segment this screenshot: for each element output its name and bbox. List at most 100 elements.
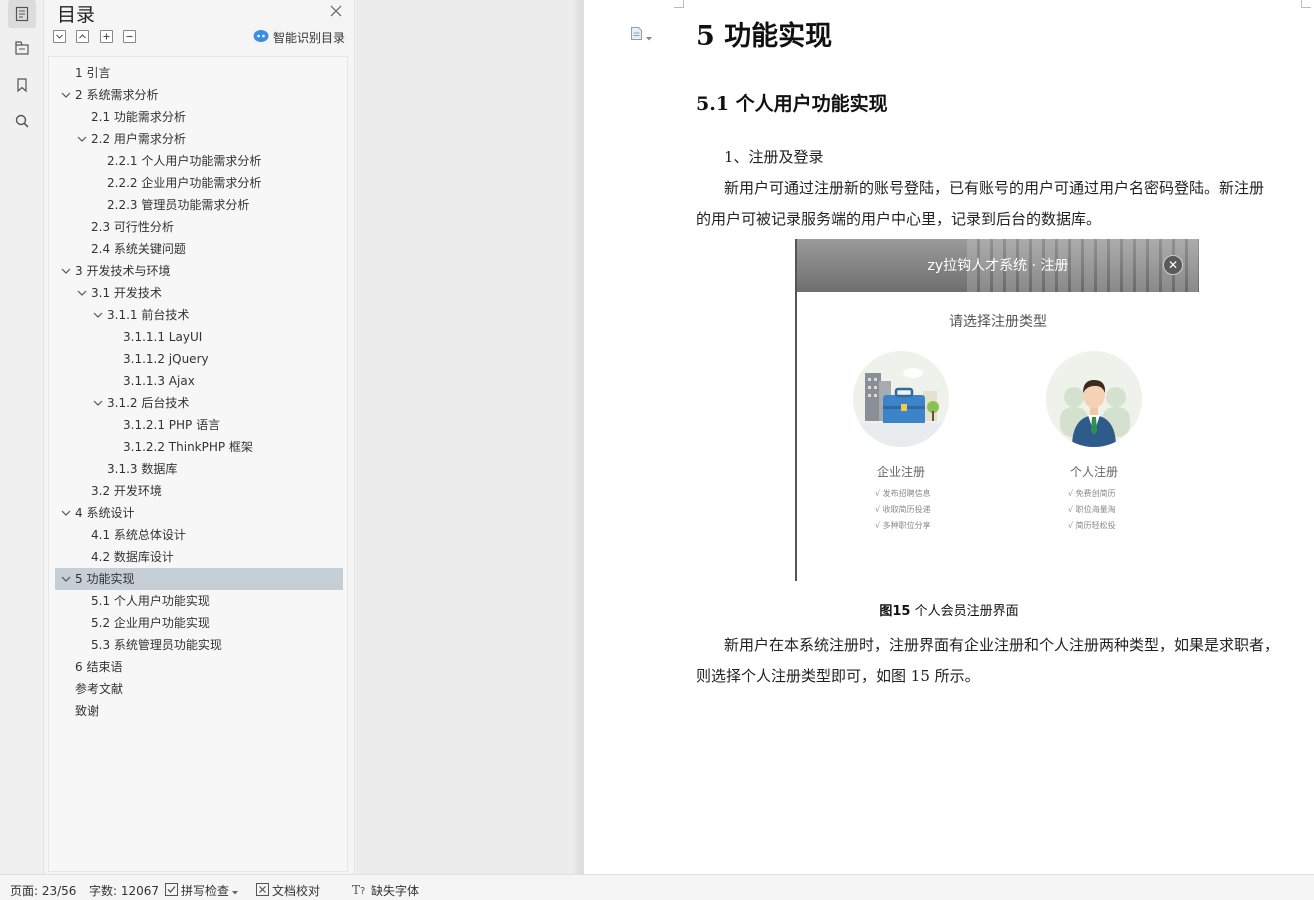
missing-font-icon: T?: [352, 883, 368, 899]
missing-font-label: 缺失字体: [371, 884, 420, 898]
toc-item-label: 2.1 功能需求分析: [91, 110, 186, 124]
doc-proofread-label: 文档校对: [272, 884, 321, 898]
toc-item[interactable]: 致谢: [55, 700, 343, 722]
chevron-down-icon[interactable]: [91, 392, 105, 414]
word-count[interactable]: 字数: 12067: [89, 882, 159, 899]
toc-item-label: 3.1.1.1 LayUI: [123, 330, 203, 344]
doc-proofread-button[interactable]: 文档校对: [256, 882, 320, 899]
paragraph-1-line-2: 的用户可被记录服务端的用户中心里，记录到后台的数据库。: [696, 210, 1102, 228]
toc-item-label: 5 功能实现: [75, 572, 135, 586]
proofread-icon: [256, 882, 269, 899]
figure-caption-number: 图15: [879, 604, 911, 619]
enterprise-feature-list: √ 发布招聘信息 √ 收取简历投递 √ 多种职位分享: [875, 486, 995, 534]
close-icon[interactable]: [329, 3, 343, 17]
toc-item[interactable]: 6 结束语: [55, 656, 343, 678]
toc-item[interactable]: 3.1.1.1 LayUI: [55, 326, 343, 348]
toc-item-label: 3.1.1.3 Ajax: [123, 374, 195, 388]
personal-avatar-icon: [1046, 351, 1142, 447]
toc-item-label: 3.1.1.2 jQuery: [123, 352, 209, 366]
svg-text:?: ?: [360, 886, 365, 896]
toc-item[interactable]: 3 开发技术与环境: [55, 260, 343, 282]
toc-item[interactable]: 3.1.2.2 ThinkPHP 框架: [55, 436, 343, 458]
toc-item[interactable]: 3.1.3 数据库: [55, 458, 343, 480]
expand-all-icon[interactable]: [53, 30, 66, 43]
toc-item[interactable]: 2.3 可行性分析: [55, 216, 343, 238]
paragraph-1-line-1: 新用户可通过注册新的账号登陆，已有账号的用户可通过用户名密码登陆。新注册: [724, 179, 1265, 197]
register-screenshot-figure[interactable]: zy拉钩人才系统 · 注册 ✕ 请选择注册类型 企业注册 √ 发布招聘信息 √ …: [795, 239, 1199, 581]
toc-item[interactable]: 5.2 企业用户功能实现: [55, 612, 343, 634]
smart-toc-label: 智能识别目录: [273, 31, 346, 45]
toc-item-label: 3.1.1 前台技术: [107, 308, 190, 322]
chevron-down-icon[interactable]: [75, 282, 89, 304]
toc-item-label: 4 系统设计: [75, 506, 135, 520]
figure-close-icon: ✕: [1163, 255, 1183, 275]
figure-caption-text: 个人会员注册界面: [914, 604, 1019, 619]
smart-toc-button[interactable]: 智能识别目录: [253, 29, 345, 46]
bookmark-icon[interactable]: [8, 71, 36, 99]
paragraph-2-line-1: 新用户在本系统注册时，注册界面有企业注册和个人注册两种类型，如果是求职者，: [724, 636, 1280, 654]
toc-item[interactable]: 3.1.2 后台技术: [55, 392, 343, 414]
toc-item[interactable]: 3.1.2.1 PHP 语言: [55, 414, 343, 436]
page-count-label: 页面: 23/56: [10, 884, 77, 898]
page-count[interactable]: 页面: 23/56: [10, 882, 76, 899]
chevron-down-icon[interactable]: [59, 568, 73, 590]
toc-item-label: 3.2 开发环境: [91, 484, 162, 498]
toc-item-label: 6 结束语: [75, 660, 123, 674]
chevron-down-icon[interactable]: [91, 304, 105, 326]
toc-item-label: 3.1 开发技术: [91, 286, 162, 300]
toc-item[interactable]: 4 系统设计: [55, 502, 343, 524]
toc-item[interactable]: 2.2.1 个人用户功能需求分析: [55, 150, 343, 172]
toc-item[interactable]: 2.2.3 管理员功能需求分析: [55, 194, 343, 216]
feature-item: √ 简历轻松投: [1068, 521, 1116, 530]
page-shadow: [572, 0, 584, 874]
navigation-icon[interactable]: [8, 34, 36, 62]
toc-item[interactable]: 3.1.1.2 jQuery: [55, 348, 343, 370]
add-heading-icon[interactable]: [100, 30, 113, 43]
toc-item[interactable]: 5 功能实现: [55, 568, 343, 590]
figure-header: zy拉钩人才系统 · 注册 ✕: [797, 239, 1199, 292]
toc-title: 目录: [57, 4, 96, 26]
toc-item[interactable]: 5.3 系统管理员功能实现: [55, 634, 343, 656]
paragraph-options-button[interactable]: [630, 26, 652, 45]
toc-item[interactable]: 3.2 开发环境: [55, 480, 343, 502]
toc-item-label: 2 系统需求分析: [75, 88, 159, 102]
toc-panel-icon[interactable]: [8, 0, 36, 28]
chevron-down-icon[interactable]: [59, 84, 73, 106]
toc-item[interactable]: 2.4 系统关键问题: [55, 238, 343, 260]
toc-item-label: 致谢: [75, 704, 100, 718]
search-icon[interactable]: [8, 107, 36, 135]
word-count-label: 字数: 12067: [89, 884, 160, 898]
chevron-down-icon[interactable]: [59, 260, 73, 282]
figure-dialog-title: zy拉钩人才系统 · 注册: [927, 258, 1069, 274]
toc-item-label: 3.1.2.1 PHP 语言: [123, 418, 221, 432]
toc-item[interactable]: 2 系统需求分析: [55, 84, 343, 106]
chevron-down-icon[interactable]: [59, 502, 73, 524]
missing-font-button[interactable]: T? 缺失字体: [352, 882, 419, 899]
chevron-down-icon[interactable]: [75, 128, 89, 150]
status-bar: 页面: 23/56 字数: 12067 拼写检查 文档校对 T? 缺失字体: [0, 874, 1314, 900]
toc-item-label: 2.2.1 个人用户功能需求分析: [107, 154, 262, 168]
toc-item[interactable]: 3.1 开发技术: [55, 282, 343, 304]
toc-item[interactable]: 2.2 用户需求分析: [55, 128, 343, 150]
toc-item[interactable]: 3.1.1 前台技术: [55, 304, 343, 326]
margin-corner-mark: [674, 0, 684, 8]
spell-check-button[interactable]: 拼写检查: [165, 882, 239, 899]
toc-item[interactable]: 4.2 数据库设计: [55, 546, 343, 568]
toc-item[interactable]: 2.1 功能需求分析: [55, 106, 343, 128]
toc-item-label: 2.2.3 管理员功能需求分析: [107, 198, 250, 212]
toc-item[interactable]: 5.1 个人用户功能实现: [55, 590, 343, 612]
toc-item[interactable]: 2.2.2 企业用户功能需求分析: [55, 172, 343, 194]
remove-heading-icon[interactable]: [123, 30, 136, 43]
document-icon: [630, 26, 643, 45]
toc-item-label: 2.3 可行性分析: [91, 220, 174, 234]
document-page[interactable]: 5 功能实现 5.1 个人用户功能实现 1、注册及登录 新用户可通过注册新的账号…: [584, 0, 1314, 874]
svg-text:T: T: [352, 883, 360, 896]
personal-feature-list: √ 免费创简历 √ 职位海量淘 √ 简历轻松投: [1068, 486, 1188, 534]
collapse-all-icon[interactable]: [76, 30, 89, 43]
toc-item[interactable]: 3.1.1.3 Ajax: [55, 370, 343, 392]
toc-item[interactable]: 参考文献: [55, 678, 343, 700]
toc-item[interactable]: 1 引言: [55, 62, 343, 84]
spell-check-label: 拼写检查: [181, 884, 230, 898]
toc-item[interactable]: 4.1 系统总体设计: [55, 524, 343, 546]
toc-item-label: 3.1.2.2 ThinkPHP 框架: [123, 440, 253, 454]
